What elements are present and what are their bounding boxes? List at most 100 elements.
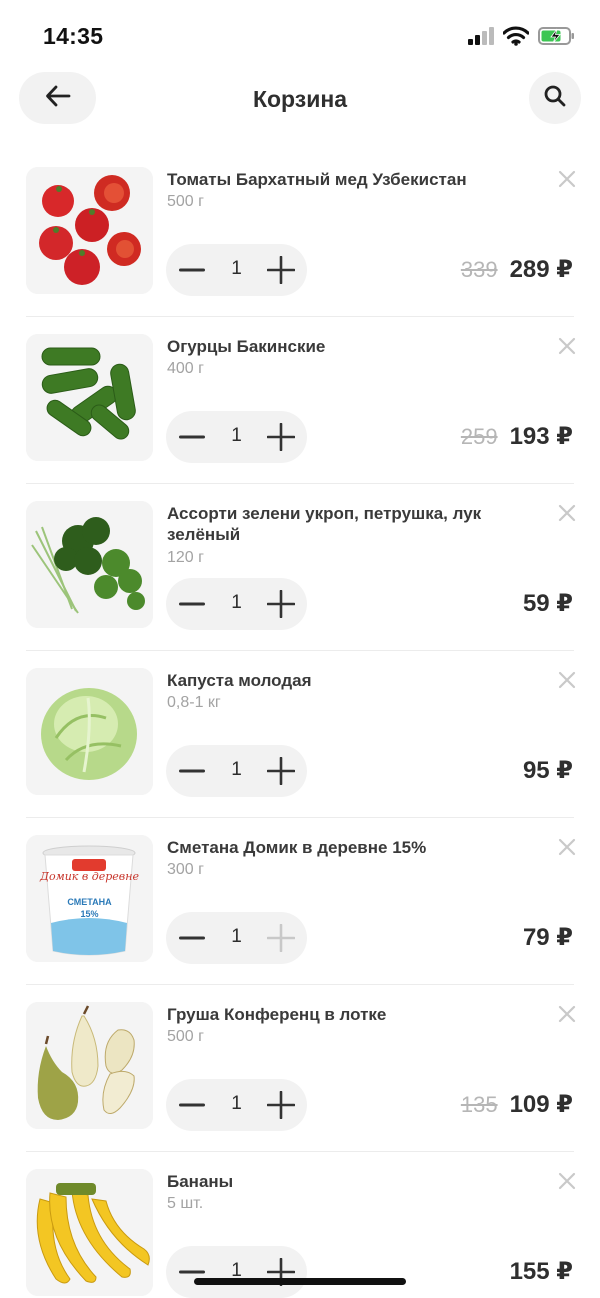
plus-icon bbox=[267, 423, 295, 451]
minus-icon bbox=[179, 602, 205, 606]
quantity-stepper: 1 bbox=[166, 745, 307, 797]
remove-item-button[interactable] bbox=[556, 1003, 578, 1025]
product-image-cabbage[interactable] bbox=[26, 668, 153, 795]
remove-item-button[interactable] bbox=[556, 1170, 578, 1192]
wifi-icon bbox=[502, 26, 530, 51]
quantity-value: 1 bbox=[231, 1093, 242, 1114]
close-icon bbox=[558, 671, 576, 689]
increase-quantity-button[interactable] bbox=[265, 1089, 297, 1121]
close-icon bbox=[558, 1172, 576, 1190]
item-name: Груша Конференц в лотке bbox=[167, 1005, 387, 1024]
cart-item: Груша Конференц в лотке 500 г 1 135 109 … bbox=[0, 985, 600, 1152]
increase-quantity-button[interactable] bbox=[265, 421, 297, 453]
remove-item-button[interactable] bbox=[556, 335, 578, 357]
product-image-herbs[interactable] bbox=[26, 501, 153, 628]
quantity-stepper: 1 bbox=[166, 244, 307, 296]
item-name: Бананы bbox=[167, 1172, 234, 1191]
quantity-value: 1 bbox=[231, 926, 242, 947]
price-block: 95 ₽ bbox=[523, 756, 573, 785]
product-image-cucumbers[interactable] bbox=[26, 334, 153, 461]
quantity-stepper: 1 bbox=[166, 912, 307, 964]
plus-icon bbox=[267, 590, 295, 618]
plus-icon bbox=[267, 757, 295, 785]
old-price: 135 bbox=[460, 1092, 498, 1117]
close-icon bbox=[558, 1005, 576, 1023]
item-name: Томаты Бархатный мед Узбекистан bbox=[167, 170, 467, 189]
header: Корзина bbox=[0, 72, 600, 128]
decrease-quantity-button[interactable] bbox=[176, 1089, 208, 1121]
remove-item-button[interactable] bbox=[556, 502, 578, 524]
battery-charging-icon bbox=[538, 26, 576, 51]
cellular-signal-icon bbox=[468, 27, 494, 50]
decrease-quantity-button[interactable] bbox=[176, 755, 208, 787]
product-image-bananas[interactable] bbox=[26, 1169, 153, 1296]
current-price: 155 ₽ bbox=[509, 1258, 573, 1285]
search-icon bbox=[543, 84, 567, 113]
price-block: 135 109 ₽ bbox=[461, 1090, 573, 1119]
status-time: 14:35 bbox=[43, 23, 104, 49]
minus-icon bbox=[179, 1270, 205, 1274]
item-weight: 0,8-1 кг bbox=[167, 694, 221, 711]
cart-list: Томаты Бархатный мед Узбекистан 500 г 1 … bbox=[0, 150, 600, 1298]
minus-icon bbox=[179, 435, 205, 439]
status-bar: 14:35 bbox=[0, 0, 600, 70]
item-weight: 400 г bbox=[167, 360, 204, 377]
current-price: 59 ₽ bbox=[522, 590, 573, 617]
product-image-sour-cream[interactable]: Домик в деревне СМЕТАНА 15% bbox=[26, 835, 153, 962]
close-icon bbox=[558, 337, 576, 355]
cart-item: Огурцы Бакинские 400 г 1 259 193 ₽ bbox=[0, 317, 600, 484]
item-name: Капуста молодая bbox=[167, 671, 312, 690]
close-icon bbox=[558, 504, 576, 522]
decrease-quantity-button[interactable] bbox=[176, 421, 208, 453]
home-indicator[interactable] bbox=[194, 1278, 406, 1285]
remove-item-button[interactable] bbox=[556, 168, 578, 190]
current-price: 95 ₽ bbox=[522, 757, 573, 784]
increase-quantity-button[interactable] bbox=[265, 588, 297, 620]
current-price: 193 ₽ bbox=[509, 423, 573, 450]
old-price: 339 bbox=[460, 257, 498, 282]
current-price: 79 ₽ bbox=[522, 924, 573, 951]
sour-cream-label-fat: 15% bbox=[80, 909, 99, 919]
plus-icon bbox=[267, 924, 295, 952]
close-icon bbox=[558, 170, 576, 188]
cart-item: Ассорти зелени укроп, петрушка, лук зелё… bbox=[0, 484, 600, 651]
minus-icon bbox=[179, 936, 205, 940]
item-name: Ассорти зелени укроп, петрушка, лук зелё… bbox=[167, 504, 482, 544]
cart-item: Томаты Бархатный мед Узбекистан 500 г 1 … bbox=[0, 150, 600, 317]
quantity-stepper: 1 bbox=[166, 411, 307, 463]
quantity-stepper: 1 bbox=[166, 578, 307, 630]
item-weight: 120 г bbox=[167, 549, 204, 566]
decrease-quantity-button[interactable] bbox=[176, 254, 208, 286]
sour-cream-label-brand: Домик в деревне bbox=[40, 870, 139, 883]
price-block: 79 ₽ bbox=[523, 923, 573, 952]
quantity-value: 1 bbox=[231, 425, 242, 446]
decrease-quantity-button[interactable] bbox=[176, 588, 208, 620]
increase-quantity-button[interactable] bbox=[265, 922, 297, 954]
minus-icon bbox=[179, 1103, 205, 1107]
item-name: Сметана Домик в деревне 15% bbox=[167, 838, 427, 857]
plus-icon bbox=[267, 256, 295, 284]
price-block: 59 ₽ bbox=[523, 589, 573, 618]
cart-item: Бананы 5 шт. 1 155 ₽ bbox=[0, 1152, 600, 1298]
item-weight: 500 г bbox=[167, 1028, 204, 1045]
current-price: 289 ₽ bbox=[509, 256, 573, 283]
quantity-stepper: 1 bbox=[166, 1079, 307, 1131]
search-button[interactable] bbox=[529, 72, 581, 124]
quantity-stepper: 1 bbox=[166, 1246, 307, 1298]
product-image-pears[interactable] bbox=[26, 1002, 153, 1129]
item-weight: 500 г bbox=[167, 193, 204, 210]
product-image-tomatoes[interactable] bbox=[26, 167, 153, 294]
quantity-value: 1 bbox=[231, 759, 242, 780]
price-block: 339 289 ₽ bbox=[461, 255, 573, 284]
minus-icon bbox=[179, 769, 205, 773]
item-weight: 300 г bbox=[167, 861, 204, 878]
increase-quantity-button[interactable] bbox=[265, 254, 297, 286]
item-name: Огурцы Бакинские bbox=[167, 337, 326, 356]
item-weight: 5 шт. bbox=[167, 1195, 204, 1212]
decrease-quantity-button[interactable] bbox=[176, 922, 208, 954]
remove-item-button[interactable] bbox=[556, 836, 578, 858]
remove-item-button[interactable] bbox=[556, 669, 578, 691]
increase-quantity-button[interactable] bbox=[265, 755, 297, 787]
cart-item: Капуста молодая 0,8-1 кг 1 95 ₽ bbox=[0, 651, 600, 818]
quantity-value: 1 bbox=[231, 592, 242, 613]
